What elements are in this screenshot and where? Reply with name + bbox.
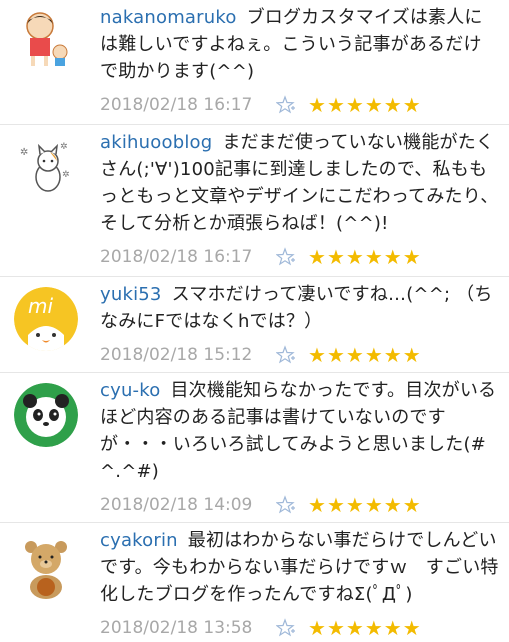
add-star-icon[interactable] bbox=[276, 95, 296, 115]
avatar[interactable] bbox=[14, 535, 78, 599]
comment-item: nakanomaruko ブログカスタマイズは素人には難しいですよねぇ。こういう記… bbox=[0, 0, 509, 125]
star-icon[interactable]: ★ bbox=[327, 495, 345, 515]
star-icon[interactable]: ★ bbox=[384, 247, 402, 267]
comment-date: 2018/02/18 16:17 bbox=[100, 95, 253, 115]
star-icon[interactable]: ★ bbox=[346, 618, 364, 638]
star-icon[interactable]: ★ bbox=[346, 247, 364, 267]
star-icon[interactable]: ★ bbox=[365, 345, 383, 365]
svg-text:mi: mi bbox=[28, 294, 53, 318]
star-icon[interactable]: ★ bbox=[308, 618, 326, 638]
star-icon[interactable]: ★ bbox=[308, 95, 326, 115]
star-icon[interactable]: ★ bbox=[327, 618, 345, 638]
comment-username[interactable]: nakanomaruko bbox=[100, 7, 237, 28]
comment-date: 2018/02/18 13:58 bbox=[100, 618, 253, 638]
star-list: ★ ★ ★ ★ ★ ★ bbox=[308, 247, 421, 267]
avatar[interactable]: mi bbox=[14, 287, 78, 351]
star-icon[interactable]: ★ bbox=[346, 495, 364, 515]
avatar-cat-icon: ✲ ✲ ✲ bbox=[14, 137, 78, 201]
star-icon[interactable]: ★ bbox=[308, 495, 326, 515]
star-icon[interactable]: ★ bbox=[308, 247, 326, 267]
star-icon[interactable]: ★ bbox=[346, 95, 364, 115]
avatar[interactable] bbox=[14, 8, 78, 72]
star-icon[interactable]: ★ bbox=[384, 618, 402, 638]
svg-text:✲: ✲ bbox=[62, 170, 70, 180]
add-star-icon[interactable] bbox=[276, 618, 296, 638]
comment-text: cyakorin 最初はわからない事だらけでしんどいです。今もわからない事だらけで… bbox=[100, 530, 499, 605]
avatar[interactable] bbox=[14, 383, 78, 447]
star-icon[interactable]: ★ bbox=[327, 345, 345, 365]
comment-text: yuki53 スマホだけって凄いですね…(^^; （ちなみにFではなくhでは？） bbox=[100, 284, 493, 332]
star-icon[interactable]: ★ bbox=[384, 345, 402, 365]
comment-meta: 2018/02/18 15:12 ★ ★ ★ ★ ★ ★ bbox=[100, 341, 499, 369]
avatar-panda-icon bbox=[14, 383, 78, 447]
comment-meta: 2018/02/18 16:17 ★ ★ ★ ★ ★ ★ bbox=[100, 243, 499, 271]
comment-item: ✲ ✲ ✲ akihuooblog まだまだ使っていない機能がたくさん(;'∀')… bbox=[0, 125, 509, 277]
star-list: ★ ★ ★ ★ ★ ★ bbox=[308, 495, 421, 515]
star-icon[interactable]: ★ bbox=[365, 495, 383, 515]
comment-meta: 2018/02/18 16:17 ★ ★ ★ ★ ★ ★ bbox=[100, 91, 499, 119]
star-list: ★ ★ ★ ★ ★ ★ bbox=[308, 95, 421, 115]
comment-text: akihuooblog まだまだ使っていない機能がたくさん(;'∀')100記事に… bbox=[100, 132, 499, 234]
star-icon[interactable]: ★ bbox=[403, 247, 421, 267]
avatar-bear-icon bbox=[14, 535, 78, 599]
comment-meta: 2018/02/18 14:09 ★ ★ ★ ★ ★ ★ bbox=[100, 491, 499, 519]
comment-date: 2018/02/18 15:12 bbox=[100, 345, 253, 365]
add-star-icon[interactable] bbox=[276, 345, 296, 365]
add-star-icon[interactable] bbox=[276, 247, 296, 267]
star-icon[interactable]: ★ bbox=[327, 247, 345, 267]
star-icon[interactable]: ★ bbox=[403, 618, 421, 638]
add-star-icon[interactable] bbox=[276, 495, 296, 515]
star-icon[interactable]: ★ bbox=[365, 247, 383, 267]
comment-text: nakanomaruko ブログカスタマイズは素人には難しいですよねぇ。こういう記… bbox=[100, 7, 483, 82]
star-list: ★ ★ ★ ★ ★ ★ bbox=[308, 618, 421, 638]
comment-username[interactable]: akihuooblog bbox=[100, 132, 212, 153]
svg-text:✲: ✲ bbox=[20, 147, 28, 158]
avatar-girl-icon bbox=[14, 8, 78, 72]
star-icon[interactable]: ★ bbox=[403, 95, 421, 115]
star-list: ★ ★ ★ ★ ★ ★ bbox=[308, 345, 421, 365]
comment-date: 2018/02/18 14:09 bbox=[100, 495, 253, 515]
svg-text:✲: ✲ bbox=[60, 142, 68, 152]
star-icon[interactable]: ★ bbox=[346, 345, 364, 365]
star-icon[interactable]: ★ bbox=[403, 345, 421, 365]
comment-username[interactable]: cyu-ko bbox=[100, 380, 160, 401]
star-icon[interactable]: ★ bbox=[403, 495, 421, 515]
comment-item: cyu-ko 目次機能知らなかったです。目次がいるほど内容のある記事は書けていない… bbox=[0, 373, 509, 523]
star-icon[interactable]: ★ bbox=[384, 95, 402, 115]
comment-meta: 2018/02/18 13:58 ★ ★ ★ ★ ★ ★ bbox=[100, 614, 499, 642]
avatar-mi-icon: mi bbox=[14, 287, 78, 351]
star-icon[interactable]: ★ bbox=[365, 95, 383, 115]
avatar[interactable]: ✲ ✲ ✲ bbox=[14, 137, 78, 201]
star-icon[interactable]: ★ bbox=[308, 345, 326, 365]
comment-item: cyakorin 最初はわからない事だらけでしんどいです。今もわからない事だらけで… bbox=[0, 523, 509, 640]
star-icon[interactable]: ★ bbox=[384, 495, 402, 515]
star-icon[interactable]: ★ bbox=[327, 95, 345, 115]
comment-username[interactable]: yuki53 bbox=[100, 284, 162, 305]
star-icon[interactable]: ★ bbox=[365, 618, 383, 638]
comment-date: 2018/02/18 16:17 bbox=[100, 247, 253, 267]
comment-item: mi yuki53 スマホだけって凄いですね…(^^; （ちなみにFではなくhでは… bbox=[0, 277, 509, 373]
comment-username[interactable]: cyakorin bbox=[100, 530, 178, 551]
comment-text: cyu-ko 目次機能知らなかったです。目次がいるほど内容のある記事は書けていない… bbox=[100, 380, 497, 482]
